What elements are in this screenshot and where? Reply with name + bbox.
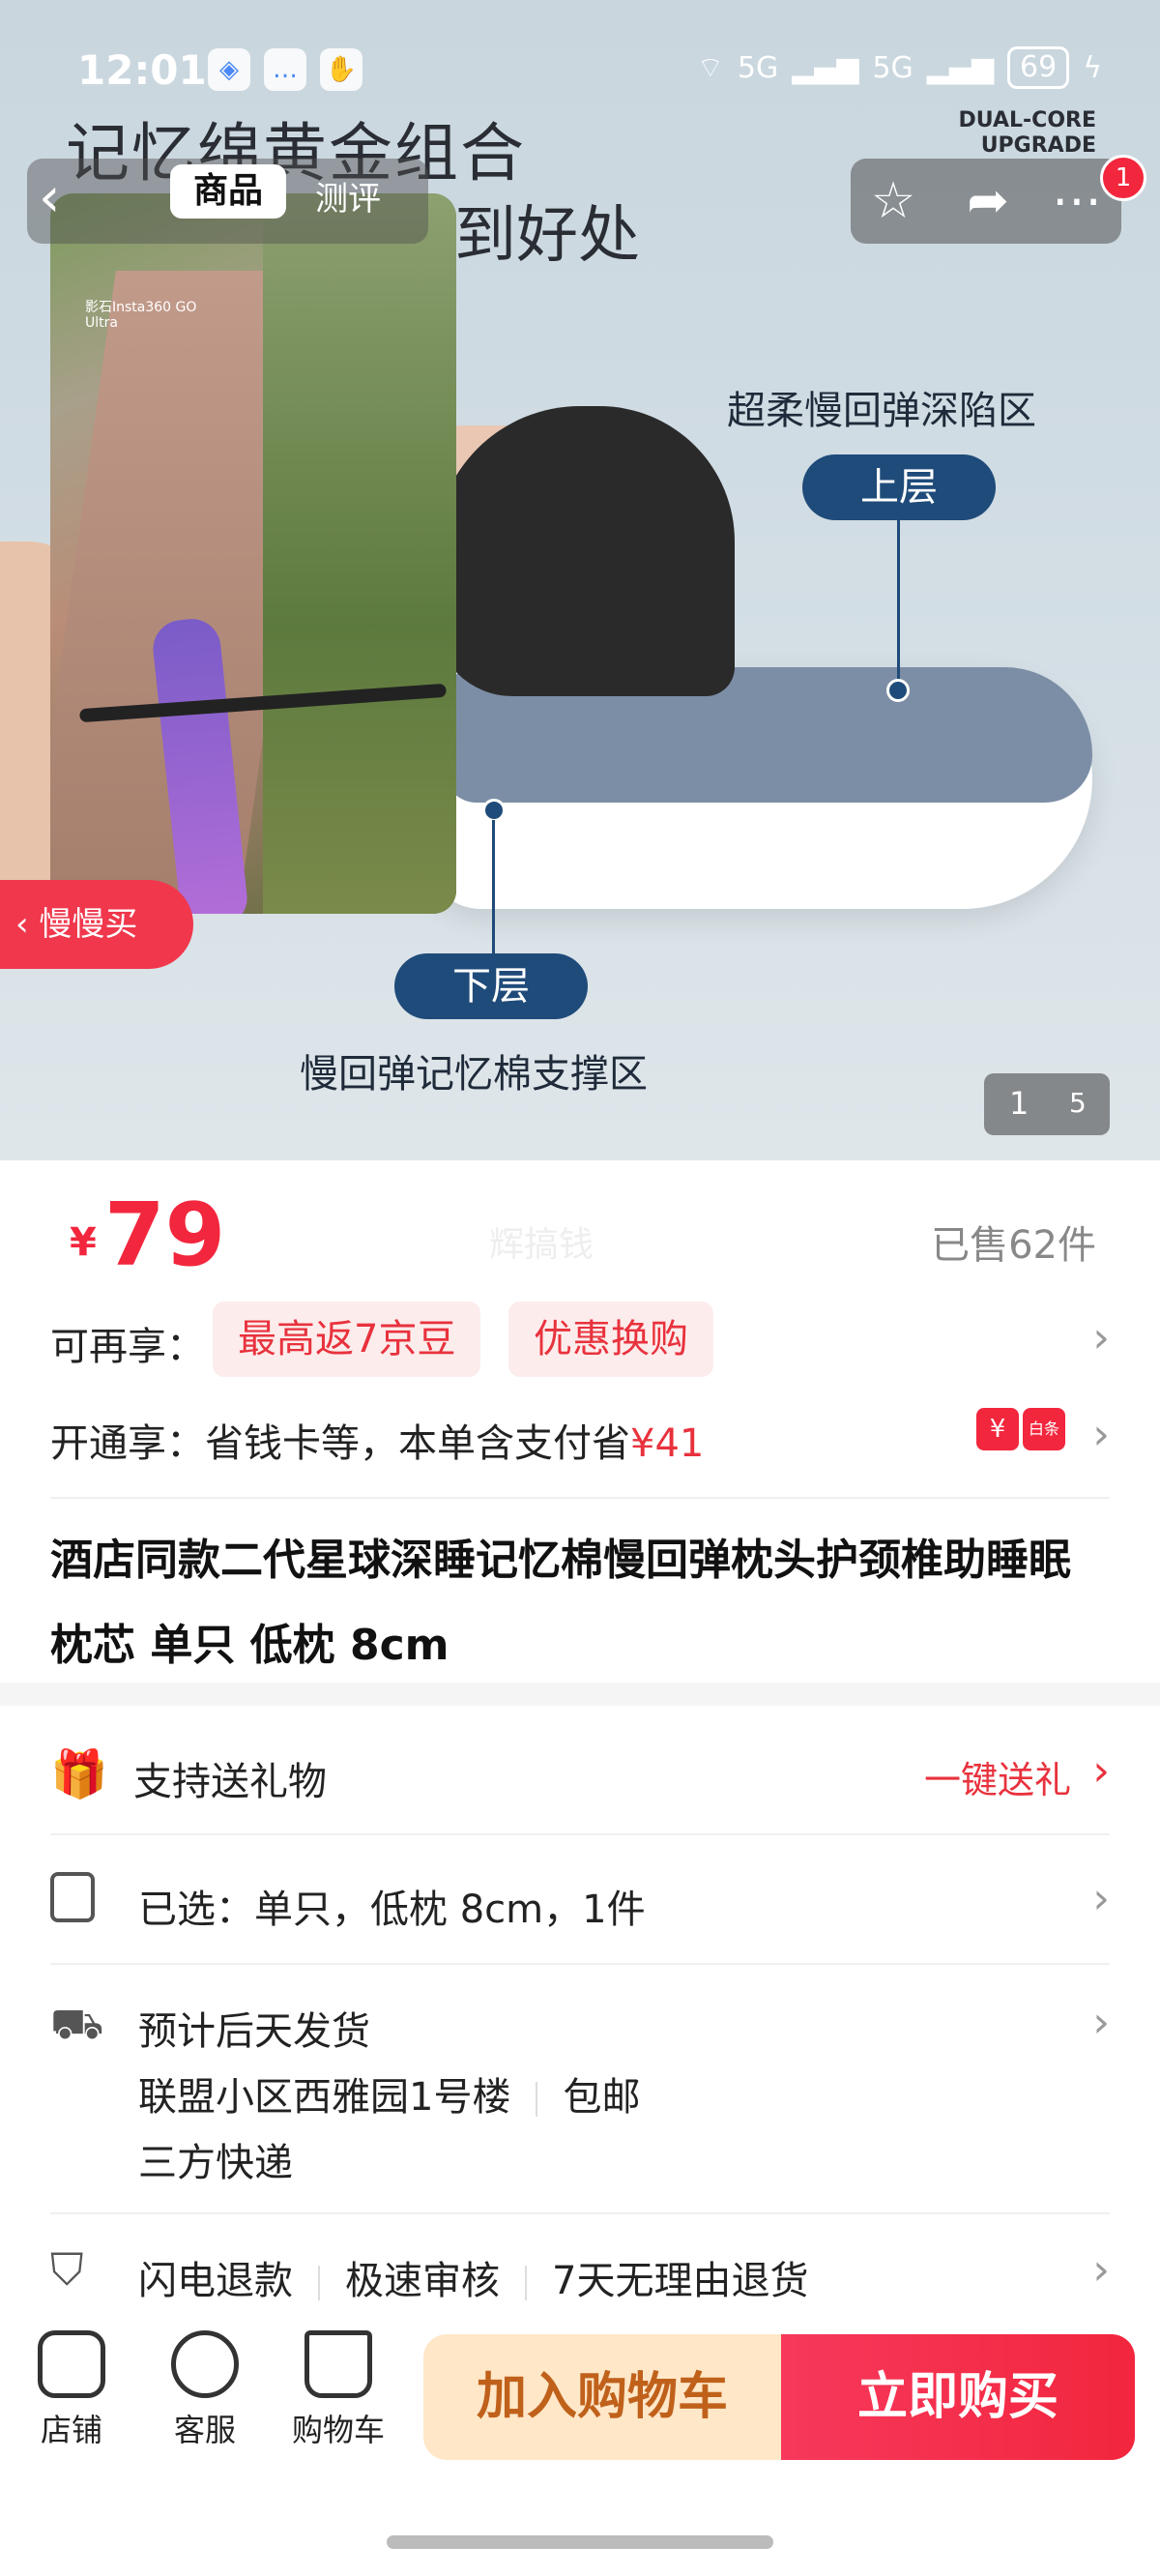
delivery-address: 联盟小区西雅园1号楼 xyxy=(138,2075,511,2120)
baitiao-icon: 白条 xyxy=(1023,1408,1065,1450)
gift-label: 支持送礼物 xyxy=(133,1760,327,1804)
divider xyxy=(50,2212,1110,2214)
divider xyxy=(50,1833,1110,1835)
video-watermark: 影石Insta360 GO Ultra xyxy=(85,300,197,331)
price-currency: ¥ xyxy=(70,1220,97,1265)
back-icon[interactable]: ‹ xyxy=(39,169,97,227)
membership-text: 开通享：省钱卡等，本单含支付省 xyxy=(50,1421,630,1466)
promo-label: 可再享： xyxy=(50,1325,205,1369)
lower-layer-tag: 下层 xyxy=(394,953,588,1019)
service-return: 7天无理由退货 xyxy=(552,2259,809,2303)
favorite-star-icon[interactable]: ☆ xyxy=(862,170,924,232)
membership-saving: ¥41 xyxy=(630,1421,705,1466)
status-time: 12:01 xyxy=(77,46,207,94)
divider xyxy=(525,2266,527,2300)
free-shipping: 包邮 xyxy=(563,2075,641,2120)
cart-label: 购物车 xyxy=(291,2412,385,2448)
store-icon xyxy=(38,2330,105,2398)
video-grass xyxy=(263,193,456,914)
upper-pointer-dot xyxy=(886,679,910,702)
delivery-address-line: 联盟小区西雅园1号楼 包邮 xyxy=(138,2065,640,2122)
chevron-right-icon: › xyxy=(1092,1998,1110,2047)
share-icon[interactable]: ➦ xyxy=(957,170,1019,232)
chevron-right-icon: › xyxy=(1092,1874,1110,1923)
slow-buy-label: 慢慢买 xyxy=(39,905,138,944)
service-items: 闪电退款 极速审核 7天无理由退货 xyxy=(138,2249,808,2305)
upper-layer-desc: 超柔慢回弹深陷区 xyxy=(727,389,1036,433)
truck-icon: ⛟ xyxy=(50,2000,104,2049)
image-pager: 1 5 xyxy=(984,1073,1110,1135)
head-hair-illustration xyxy=(435,406,735,696)
pager-total: 5 xyxy=(1069,1087,1087,1119)
home-indicator xyxy=(387,2535,773,2549)
divider xyxy=(50,1963,1110,1965)
battery-level: 69 xyxy=(1007,46,1070,89)
checklist-icon xyxy=(50,1872,95,1922)
pager-current: 1 xyxy=(1009,1085,1030,1122)
status-right: ⌔ 5G ▂▄▆ 5G ▂▄▆ 69 ϟ xyxy=(697,46,1102,89)
selected-spec-text: 已选：单只，低枕 8cm，1件 xyxy=(138,1888,646,1932)
wifi-icon: ⌔ xyxy=(696,51,724,85)
lower-pointer-dot xyxy=(482,799,506,822)
send-gift-link[interactable]: 一键送礼 xyxy=(924,1750,1071,1803)
price-watermark: 辉搞钱 xyxy=(489,1225,594,1265)
store-label: 店铺 xyxy=(40,2412,102,2448)
slow-buy-button[interactable]: ‹ 慢慢买 xyxy=(0,880,193,969)
more-badge: 1 xyxy=(1100,155,1146,201)
signal-label-1: 5G xyxy=(737,50,779,85)
cart-button[interactable]: 购物车 xyxy=(280,2330,396,2450)
add-to-cart-button[interactable]: 加入购物车 xyxy=(423,2334,781,2460)
tab-review[interactable]: 测评 xyxy=(315,172,381,220)
gift-icon: 🎁 xyxy=(50,1747,108,1801)
status-notification-icons: ◈ … ✋ xyxy=(208,48,362,91)
upper-layer-tag: 上层 xyxy=(802,454,996,520)
service-refund: 闪电退款 xyxy=(138,2259,293,2303)
customer-service-button[interactable]: 客服 xyxy=(147,2330,263,2450)
signal-icon: ▂▄▆ xyxy=(792,50,859,85)
service-review: 极速审核 xyxy=(345,2259,500,2303)
upper-pointer-line xyxy=(897,520,900,685)
cart-icon xyxy=(304,2330,372,2398)
upgrade-label: DUAL-CORE UPGRADE xyxy=(958,108,1096,158)
lower-pointer-line xyxy=(492,820,495,955)
delivery-carrier: 三方快递 xyxy=(138,2141,293,2185)
product-title: 酒店同款二代星球深睡记忆棉慢回弹枕头护颈椎助睡眠枕芯 单只 低枕 8cm xyxy=(50,1536,1071,1670)
customer-service-icon xyxy=(171,2330,239,2398)
customer-service-label: 客服 xyxy=(173,2412,236,2448)
chevron-left-icon: ‹ xyxy=(15,905,40,944)
tab-product[interactable]: 商品 xyxy=(170,164,286,219)
sold-count: 已售62件 xyxy=(931,1223,1096,1268)
diamond-icon: ◈ xyxy=(208,48,250,91)
message-icon: … xyxy=(264,48,306,91)
floating-video-window[interactable]: 影石Insta360 GO Ultra xyxy=(50,193,456,914)
status-bar: 12:01 ◈ … ✋ ⌔ 5G ▂▄▆ 5G ▂▄▆ 69 ϟ xyxy=(77,39,1102,106)
signal-label-2: 5G xyxy=(872,50,914,85)
hero-subtitle: 到好处 xyxy=(454,200,640,272)
hand-icon: ✋ xyxy=(320,48,362,91)
chevron-right-icon: › xyxy=(1092,2245,1110,2295)
charging-icon: ϟ xyxy=(1083,50,1102,85)
buy-now-button[interactable]: 立即购买 xyxy=(781,2334,1135,2460)
signal-icon-2: ▂▄▆ xyxy=(926,50,995,85)
membership-row[interactable]: 开通享：省钱卡等，本单含支付省¥41 xyxy=(50,1412,1110,1468)
more-icon[interactable]: ⋯ xyxy=(1046,170,1108,232)
promo-chip-jingdou[interactable]: 最高返7京豆 xyxy=(213,1302,481,1377)
divider xyxy=(318,2266,320,2300)
divider xyxy=(50,1497,1110,1499)
chevron-right-icon: › xyxy=(1092,1410,1110,1459)
shield-icon: ⛉ xyxy=(50,2243,84,2296)
coupon-icon: ¥ xyxy=(976,1408,1019,1450)
promo-chip-exchange[interactable]: 优惠换购 xyxy=(508,1302,713,1377)
chevron-right-icon: › xyxy=(1092,1746,1110,1796)
section-gap xyxy=(0,1683,1160,1706)
chevron-right-icon: › xyxy=(1092,1313,1110,1362)
store-button[interactable]: 店铺 xyxy=(14,2330,130,2450)
delivery-estimate: 预计后天发货 xyxy=(138,2009,370,2054)
price-amount: 79 xyxy=(104,1185,226,1286)
divider xyxy=(536,2082,538,2117)
lower-layer-desc: 慢回弹记忆棉支撑区 xyxy=(300,1052,648,1097)
